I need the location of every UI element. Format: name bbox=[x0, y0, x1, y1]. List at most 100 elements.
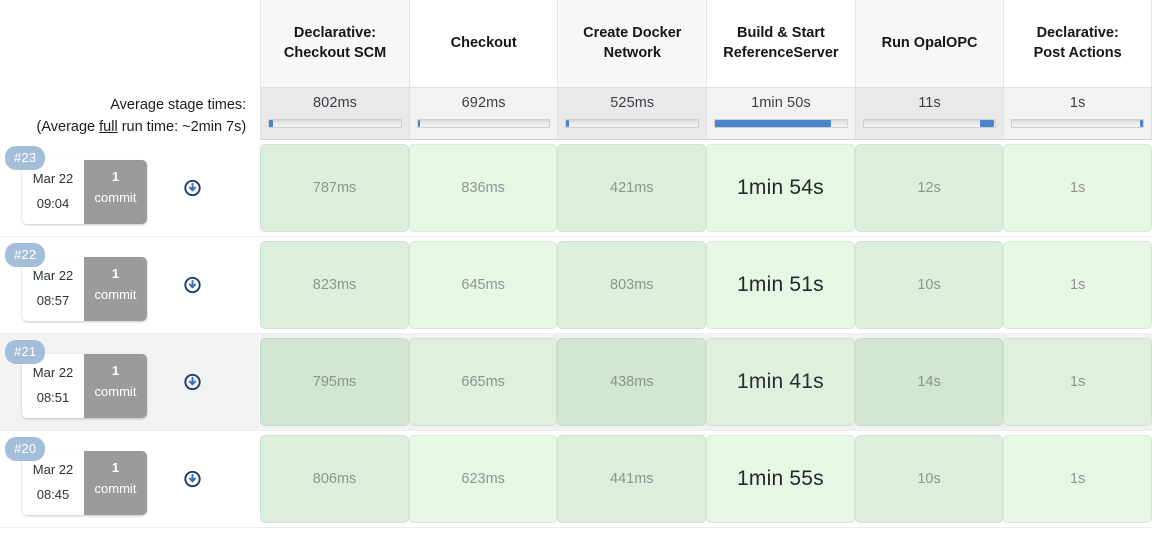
stage-status-box[interactable]: 1min 54s bbox=[706, 144, 855, 232]
build-info-card[interactable]: Mar 22 08:57 1 commit bbox=[22, 257, 147, 321]
stage-run-cell[interactable]: 1min 51s bbox=[706, 237, 855, 334]
stage-status-box[interactable]: 438ms bbox=[557, 338, 707, 426]
build-number-badge[interactable]: #22 bbox=[5, 243, 46, 267]
stage-status-box[interactable]: 441ms bbox=[557, 435, 707, 523]
download-circle-icon[interactable] bbox=[184, 470, 201, 488]
stage-duration-bar[interactable] bbox=[1011, 119, 1144, 128]
stage-duration: 10s bbox=[917, 277, 941, 293]
stage-run-cell[interactable]: 1s bbox=[1003, 334, 1152, 431]
build-number-badge[interactable]: #20 bbox=[5, 437, 46, 461]
build-commit-block[interactable]: 1 commit bbox=[84, 160, 147, 224]
stage-status-box[interactable]: 1s bbox=[1003, 338, 1152, 426]
build-commit-block[interactable]: 1 commit bbox=[84, 257, 147, 321]
stage-status-box[interactable]: 795ms bbox=[260, 338, 409, 426]
stage-status-box[interactable]: 10s bbox=[854, 241, 1004, 329]
stage-run-cell[interactable]: 10s bbox=[854, 431, 1004, 528]
stage-status-box[interactable]: 1s bbox=[1003, 241, 1152, 329]
stage-duration-bar-thumb bbox=[269, 120, 273, 127]
stage-run-cell[interactable]: 1min 55s bbox=[706, 431, 855, 528]
stage-duration-bar[interactable] bbox=[268, 119, 402, 128]
stage-status-box[interactable]: 623ms bbox=[408, 435, 558, 523]
stage-run-cell[interactable]: 795ms bbox=[260, 334, 409, 431]
stage-run-cell[interactable]: 665ms bbox=[408, 334, 558, 431]
stage-status-box[interactable]: 803ms bbox=[557, 241, 707, 329]
stage-run-cell[interactable]: 1s bbox=[1003, 140, 1152, 237]
build-row[interactable]: #21 Mar 22 08:51 1 commit 795ms 665ms 438ms 1min… bbox=[0, 334, 1152, 431]
stage-status-box[interactable]: 836ms bbox=[408, 144, 558, 232]
stage-duration: 1min 55s bbox=[737, 467, 824, 490]
stage-duration: 1min 51s bbox=[737, 273, 824, 296]
stage-duration: 823ms bbox=[312, 277, 357, 293]
stage-duration-bar[interactable] bbox=[714, 119, 848, 128]
build-row[interactable]: #22 Mar 22 08:57 1 commit 823ms 645ms 803ms 1min… bbox=[0, 237, 1152, 334]
stage-status-box[interactable]: 665ms bbox=[408, 338, 558, 426]
stage-run-cell[interactable]: 14s bbox=[854, 334, 1004, 431]
stage-duration-bar-wrap bbox=[558, 111, 706, 128]
stage-run-cell[interactable]: 441ms bbox=[557, 431, 707, 528]
stage-run-cell[interactable]: 1s bbox=[1003, 431, 1152, 528]
stage-status-box[interactable]: 421ms bbox=[557, 144, 707, 232]
stage-name-line2: Network bbox=[603, 44, 661, 61]
stage-status-box[interactable]: 1min 41s bbox=[706, 338, 855, 426]
stage-column-header[interactable]: Create Docker Network bbox=[557, 0, 707, 88]
stage-run-cell[interactable]: 806ms bbox=[260, 431, 409, 528]
avg-run-underlined: full bbox=[99, 119, 118, 136]
stage-status-box[interactable]: 806ms bbox=[260, 435, 409, 523]
stage-duration-bar[interactable] bbox=[416, 119, 551, 128]
stage-run-cell[interactable]: 12s bbox=[854, 140, 1004, 237]
stage-column-header[interactable]: Run OpalOPC bbox=[854, 0, 1004, 88]
build-commit-block[interactable]: 1 commit bbox=[84, 451, 147, 515]
stage-column-header[interactable]: Declarative: Checkout SCM bbox=[260, 0, 409, 88]
stage-run-cell[interactable]: 823ms bbox=[260, 237, 409, 334]
stage-status-box[interactable]: 1s bbox=[1003, 435, 1152, 523]
stage-name-line1: Checkout bbox=[450, 34, 517, 51]
stage-run-cell[interactable]: 803ms bbox=[557, 237, 707, 334]
stage-run-cell[interactable]: 438ms bbox=[557, 334, 707, 431]
stage-name-line1: Run OpalOPC bbox=[881, 34, 978, 51]
stage-status-box[interactable]: 1min 55s bbox=[706, 435, 855, 523]
stage-status-box[interactable]: 14s bbox=[854, 338, 1004, 426]
stage-run-cell[interactable]: 623ms bbox=[408, 431, 558, 528]
stage-column-header[interactable]: Checkout bbox=[408, 0, 558, 88]
build-commit-block[interactable]: 1 commit bbox=[84, 354, 147, 418]
build-row[interactable]: #23 Mar 22 09:04 1 commit 787ms 836ms 421ms 1min… bbox=[0, 140, 1152, 237]
stage-run-cell[interactable]: 645ms bbox=[408, 237, 558, 334]
stage-status-box[interactable]: 10s bbox=[854, 435, 1004, 523]
build-date: Mar 22 bbox=[32, 365, 74, 381]
stage-run-cell[interactable]: 836ms bbox=[408, 140, 558, 237]
stage-status-box[interactable]: 787ms bbox=[260, 144, 409, 232]
build-info-card[interactable]: Mar 22 08:45 1 commit bbox=[22, 451, 147, 515]
build-meta-inner: #23 Mar 22 09:04 1 commit bbox=[0, 140, 259, 236]
stage-duration-bar[interactable] bbox=[862, 119, 997, 128]
download-circle-icon[interactable] bbox=[184, 276, 201, 294]
build-meta-cell: #23 Mar 22 09:04 1 commit bbox=[0, 140, 261, 237]
stage-run-cell[interactable]: 1s bbox=[1003, 237, 1152, 334]
build-number-badge[interactable]: #21 bbox=[5, 340, 46, 364]
stage-duration: 1min 41s bbox=[737, 370, 824, 393]
stage-status-box[interactable]: 12s bbox=[854, 144, 1004, 232]
build-info-card[interactable]: Mar 22 08:51 1 commit bbox=[22, 354, 147, 418]
build-meta-cell: #21 Mar 22 08:51 1 commit bbox=[0, 334, 261, 431]
build-meta-inner: #21 Mar 22 08:51 1 commit bbox=[0, 334, 259, 430]
stage-duration: 441ms bbox=[610, 471, 654, 487]
build-info-card[interactable]: Mar 22 09:04 1 commit bbox=[22, 160, 147, 224]
stage-run-cell[interactable]: 1min 54s bbox=[706, 140, 855, 237]
stage-run-cell[interactable]: 1min 41s bbox=[706, 334, 855, 431]
stage-run-cell[interactable]: 421ms bbox=[557, 140, 707, 237]
build-number-badge[interactable]: #23 bbox=[5, 146, 46, 170]
download-circle-icon[interactable] bbox=[184, 179, 201, 197]
download-circle-icon[interactable] bbox=[184, 373, 201, 391]
avg-run-suffix: run time: ~2min 7s) bbox=[117, 119, 247, 136]
stage-average-cell: 1s bbox=[1003, 88, 1152, 140]
stage-status-box[interactable]: 1min 51s bbox=[706, 241, 855, 329]
stage-column-header[interactable]: Declarative: Post Actions bbox=[1003, 0, 1152, 88]
stage-run-cell[interactable]: 787ms bbox=[260, 140, 409, 237]
build-row[interactable]: #20 Mar 22 08:45 1 commit 806ms 623ms 441ms 1min… bbox=[0, 431, 1152, 528]
stage-status-box[interactable]: 1s bbox=[1003, 144, 1152, 232]
stage-column-header[interactable]: Build & Start ReferenceServer bbox=[706, 0, 855, 88]
stage-average-cell: 802ms bbox=[260, 88, 409, 140]
stage-status-box[interactable]: 645ms bbox=[408, 241, 558, 329]
stage-status-box[interactable]: 823ms bbox=[260, 241, 409, 329]
stage-duration-bar[interactable] bbox=[565, 119, 700, 128]
stage-run-cell[interactable]: 10s bbox=[854, 237, 1004, 334]
